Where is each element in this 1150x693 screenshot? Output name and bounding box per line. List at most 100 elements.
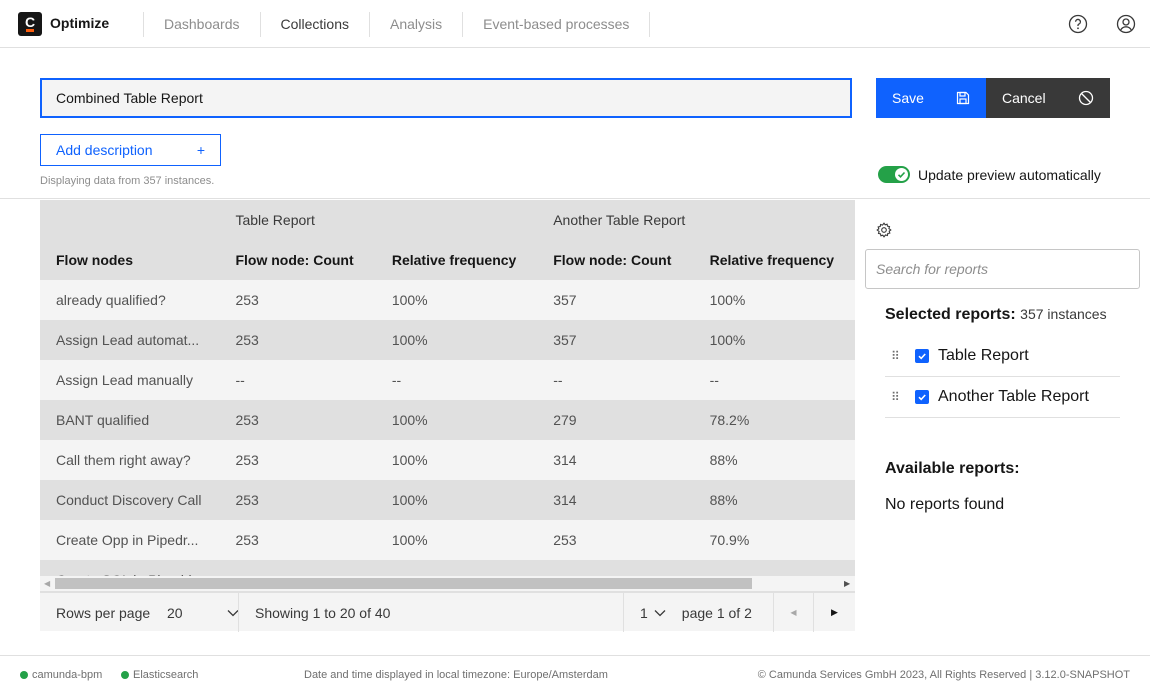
- save-icon: [956, 91, 970, 105]
- value-cell: 100%: [391, 292, 428, 308]
- previous-page-button[interactable]: ◀: [773, 593, 813, 632]
- user-icon[interactable]: [1116, 14, 1136, 34]
- drag-handle-icon[interactable]: ⠿: [891, 350, 901, 362]
- scroll-right-icon[interactable]: ▶: [844, 579, 850, 588]
- camunda-logo-icon[interactable]: C: [18, 12, 42, 36]
- rows-per-page-select[interactable]: 20: [167, 593, 239, 632]
- caret-left-icon: ◀: [790, 608, 797, 617]
- search-reports-input[interactable]: [865, 249, 1140, 289]
- toggle-knob: [895, 168, 908, 181]
- drag-handle-icon[interactable]: ⠿: [891, 391, 901, 403]
- app-brand[interactable]: Optimize: [50, 15, 109, 31]
- status-elasticsearch: Elasticsearch: [121, 669, 198, 681]
- flow-node-cell: Call them right away?: [56, 452, 191, 468]
- update-preview-label: Update preview automatically: [918, 166, 1101, 183]
- selected-reports-count: 357 instances: [1020, 306, 1107, 322]
- update-preview-toggle-wrap: Update preview automatically: [878, 166, 1101, 183]
- value-cell: 88%: [709, 492, 738, 508]
- settings-gear-icon[interactable]: [876, 222, 892, 238]
- page-select-value: 1: [640, 604, 648, 621]
- value-cell: 78.2%: [709, 412, 750, 428]
- no-reports-message: No reports found: [885, 496, 1005, 513]
- save-button[interactable]: Save: [876, 78, 986, 118]
- next-page-button[interactable]: ▶: [813, 593, 855, 632]
- column-header-count[interactable]: Flow node: Count: [219, 240, 375, 280]
- report-checkbox[interactable]: [915, 390, 929, 404]
- cancel-button[interactable]: Cancel: [986, 78, 1110, 118]
- value-cell: 253: [235, 532, 259, 548]
- value-cell: 88%: [709, 452, 738, 468]
- top-nav-bar: C Optimize Dashboards Collections Analys…: [0, 0, 1150, 48]
- column-header-flow-nodes[interactable]: Flow nodes: [40, 240, 219, 280]
- cancel-icon: [1078, 90, 1094, 106]
- table-body: already qualified? 253 100% 357 100% Assign L…: [40, 280, 855, 600]
- add-description-button[interactable]: Add description +: [40, 134, 221, 166]
- help-icon[interactable]: [1068, 14, 1088, 34]
- available-reports-title: Available reports:: [885, 460, 1020, 477]
- value-cell: 253: [553, 532, 577, 548]
- table-row: Call them right away? 253 100% 314 88%: [40, 440, 855, 480]
- cancel-button-label: Cancel: [1002, 90, 1046, 106]
- pagination-bar: Rows per page 20 Showing 1 to 20 of 40 1…: [40, 592, 855, 632]
- table-row: Create Opp in Pipedr... 253 100% 253 70.9%: [40, 520, 855, 560]
- scroll-left-icon[interactable]: ◀: [44, 579, 50, 588]
- nav-collections[interactable]: Collections: [259, 12, 369, 37]
- value-cell: 70.9%: [709, 532, 750, 548]
- column-header-relative-frequency[interactable]: Relative frequency: [694, 240, 855, 280]
- divider: [0, 198, 1150, 199]
- status-label: camunda-bpm: [32, 669, 103, 681]
- status-label: Elasticsearch: [133, 669, 199, 681]
- value-cell: --: [709, 372, 719, 388]
- table-group-header-row: Table Report Another Table Report: [40, 200, 855, 240]
- report-table: Table Report Another Table Report Flow n…: [40, 200, 855, 600]
- flow-node-cell: Assign Lead automat...: [56, 332, 200, 348]
- report-label: Table Report: [938, 347, 1029, 364]
- checkmark-icon: [897, 171, 906, 178]
- table-row: Assign Lead manually -- -- -- --: [40, 360, 855, 400]
- rows-per-page-label: Rows per page: [56, 604, 151, 621]
- footer: camunda-bpm Elasticsearch Date and time …: [0, 655, 1150, 693]
- showing-range: Showing 1 to 20 of 40: [238, 593, 390, 632]
- value-cell: 100%: [391, 452, 428, 468]
- column-header-relative-frequency[interactable]: Relative frequency: [376, 240, 537, 280]
- report-checkbox[interactable]: [915, 349, 929, 363]
- update-preview-toggle[interactable]: [878, 166, 910, 183]
- nav-dashboards[interactable]: Dashboards: [143, 12, 260, 37]
- value-cell: 357: [553, 292, 577, 308]
- table-row: BANT qualified 253 100% 279 78.2%: [40, 400, 855, 440]
- checkmark-icon: [918, 394, 926, 401]
- page-select[interactable]: 1 page 1 of 2: [623, 593, 773, 632]
- selected-reports-title: Selected reports: 357 instances: [885, 306, 1107, 324]
- value-cell: 314: [553, 492, 577, 508]
- group-header-another-table-report: Another Table Report: [553, 212, 686, 228]
- checkmark-icon: [918, 353, 926, 360]
- table-row: Assign Lead automat... 253 100% 357 100%: [40, 320, 855, 360]
- flow-node-cell: Assign Lead manually: [56, 372, 193, 388]
- rows-per-page-value: 20: [167, 604, 183, 621]
- add-description-label: Add description: [56, 142, 153, 158]
- horizontal-scrollbar[interactable]: ◀ ▶: [40, 576, 855, 591]
- selected-reports-label: Selected reports:: [885, 306, 1016, 323]
- value-cell: 253: [235, 452, 259, 468]
- report-table-container: Table Report Another Table Report Flow n…: [40, 200, 855, 631]
- value-cell: --: [553, 372, 563, 388]
- nav-analysis[interactable]: Analysis: [368, 12, 462, 37]
- value-cell: 253: [235, 292, 259, 308]
- value-cell: 100%: [709, 292, 746, 308]
- value-cell: 314: [553, 452, 577, 468]
- value-cell: 253: [235, 492, 259, 508]
- scrollbar-thumb[interactable]: [55, 578, 752, 589]
- flow-node-cell: Create Opp in Pipedr...: [56, 532, 199, 548]
- save-button-label: Save: [892, 90, 924, 106]
- nav-event-based-processes[interactable]: Event-based processes: [462, 12, 651, 37]
- column-header-count[interactable]: Flow node: Count: [537, 240, 693, 280]
- table-row: Conduct Discovery Call 253 100% 314 88%: [40, 480, 855, 520]
- instances-info: Displaying data from 357 instances.: [40, 175, 215, 187]
- flow-node-cell: already qualified?: [56, 292, 166, 308]
- chevron-down-icon: [654, 609, 666, 616]
- value-cell: 100%: [391, 412, 428, 428]
- rows-per-page: Rows per page: [56, 593, 150, 632]
- report-name-input[interactable]: [40, 78, 852, 118]
- main-nav: Dashboards Collections Analysis Event-ba…: [143, 12, 651, 37]
- selected-report-item: ⠿ Table Report: [885, 336, 1120, 377]
